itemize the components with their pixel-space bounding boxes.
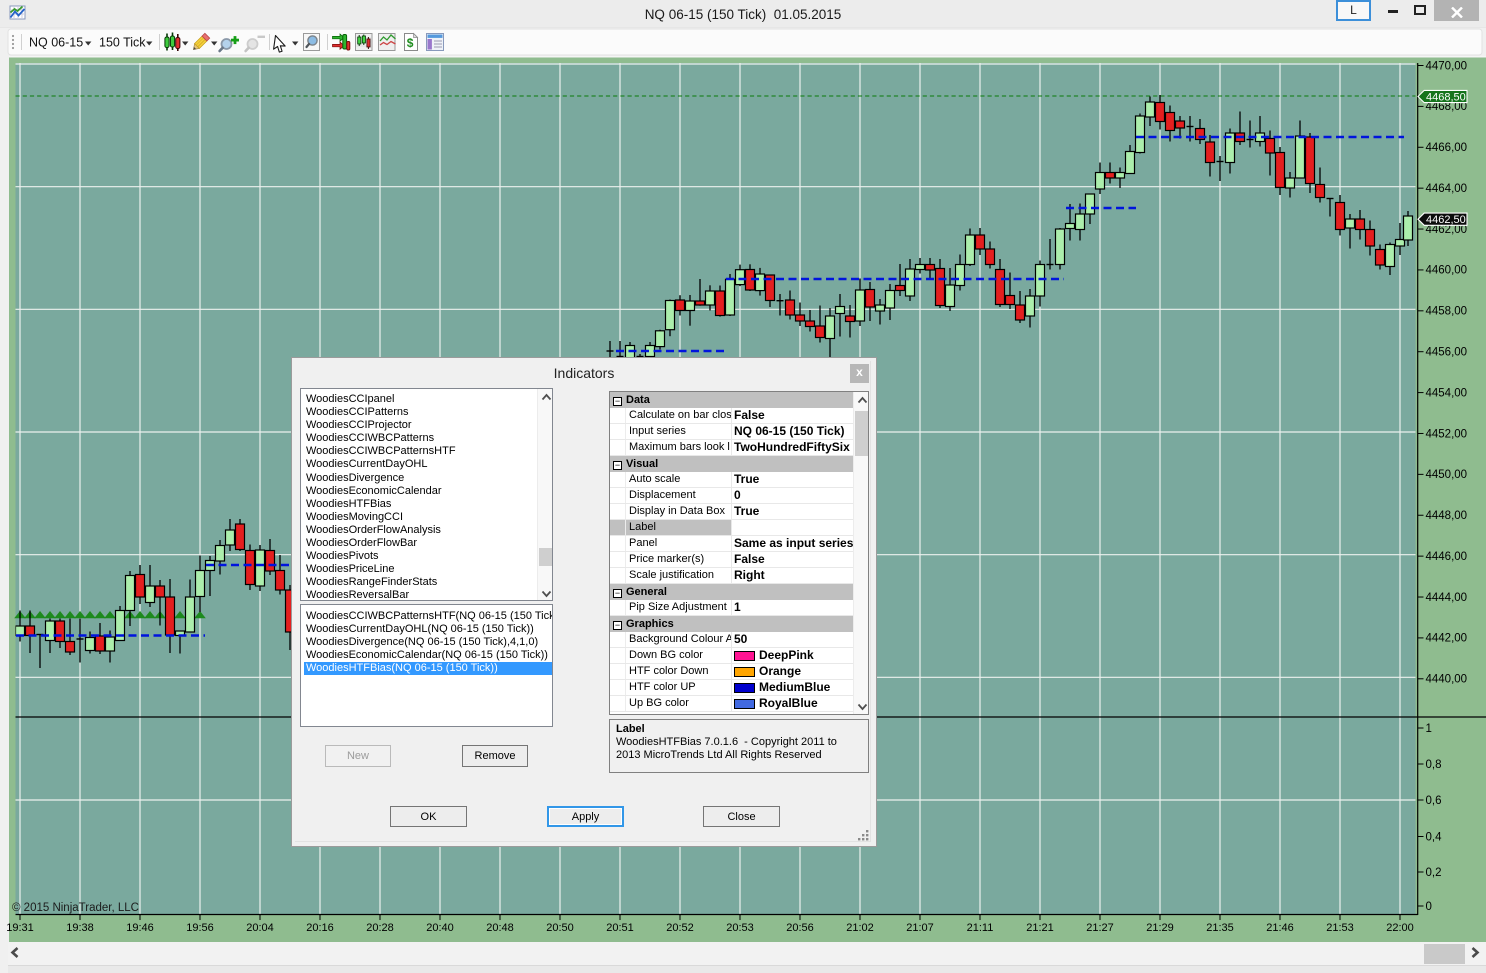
svg-text:4454,00: 4454,00 <box>1426 387 1468 399</box>
svg-text:4442,00: 4442,00 <box>1426 633 1468 645</box>
svg-text:19:38: 19:38 <box>66 922 94 934</box>
svg-text:19:46: 19:46 <box>126 922 154 934</box>
svg-text:4460,00: 4460,00 <box>1426 265 1468 277</box>
svg-text:4450,00: 4450,00 <box>1426 469 1468 481</box>
svg-text:4466,00: 4466,00 <box>1426 142 1468 154</box>
svg-text:21:53: 21:53 <box>1326 922 1354 934</box>
svg-text:$: $ <box>407 36 414 50</box>
svg-text:20:53: 20:53 <box>726 922 754 934</box>
svg-text:20:50: 20:50 <box>546 922 574 934</box>
svg-text:0,6: 0,6 <box>1426 795 1442 807</box>
svg-text:4464,00: 4464,00 <box>1426 183 1468 195</box>
svg-text:NQ 06-15: NQ 06-15 <box>29 36 83 50</box>
svg-text:4446,00: 4446,00 <box>1426 551 1468 563</box>
svg-text:20:28: 20:28 <box>366 922 394 934</box>
svg-text:20:52: 20:52 <box>666 922 694 934</box>
svg-text:4470,00: 4470,00 <box>1426 60 1468 72</box>
svg-text:4440,00: 4440,00 <box>1426 674 1468 686</box>
svg-text:21:21: 21:21 <box>1026 922 1054 934</box>
svg-text:150 Tick: 150 Tick <box>99 36 146 50</box>
svg-text:4468,50: 4468,50 <box>1426 91 1466 103</box>
svg-text:21:27: 21:27 <box>1086 922 1114 934</box>
svg-text:0,8: 0,8 <box>1426 759 1442 771</box>
svg-text:0,4: 0,4 <box>1426 831 1443 843</box>
svg-text:20:40: 20:40 <box>426 922 454 934</box>
svg-text:4456,00: 4456,00 <box>1426 347 1468 359</box>
svg-text:21:02: 21:02 <box>846 922 874 934</box>
svg-text:0: 0 <box>1426 901 1432 913</box>
svg-text:20:04: 20:04 <box>246 922 274 934</box>
svg-text:4462,50: 4462,50 <box>1426 214 1466 226</box>
svg-text:© 2015 NinjaTrader, LLC: © 2015 NinjaTrader, LLC <box>12 902 139 914</box>
svg-text:20:48: 20:48 <box>486 922 514 934</box>
svg-text:21:35: 21:35 <box>1206 922 1234 934</box>
svg-text:22:00: 22:00 <box>1386 922 1414 934</box>
svg-text:20:51: 20:51 <box>606 922 634 934</box>
svg-text:0,2: 0,2 <box>1426 867 1442 879</box>
svg-text:20:56: 20:56 <box>786 922 814 934</box>
svg-text:21:11: 21:11 <box>967 922 994 934</box>
svg-text:19:31: 19:31 <box>6 922 34 934</box>
svg-text:4448,00: 4448,00 <box>1426 510 1468 522</box>
svg-text:21:46: 21:46 <box>1266 922 1294 934</box>
svg-text:1: 1 <box>1426 723 1432 735</box>
svg-text:4444,00: 4444,00 <box>1426 592 1468 604</box>
svg-text:20:16: 20:16 <box>306 922 334 934</box>
svg-text:21:07: 21:07 <box>906 922 934 934</box>
svg-text:4458,00: 4458,00 <box>1426 306 1468 318</box>
svg-text:19:56: 19:56 <box>186 922 214 934</box>
svg-text:21:29: 21:29 <box>1146 922 1174 934</box>
svg-text:4452,00: 4452,00 <box>1426 428 1468 440</box>
